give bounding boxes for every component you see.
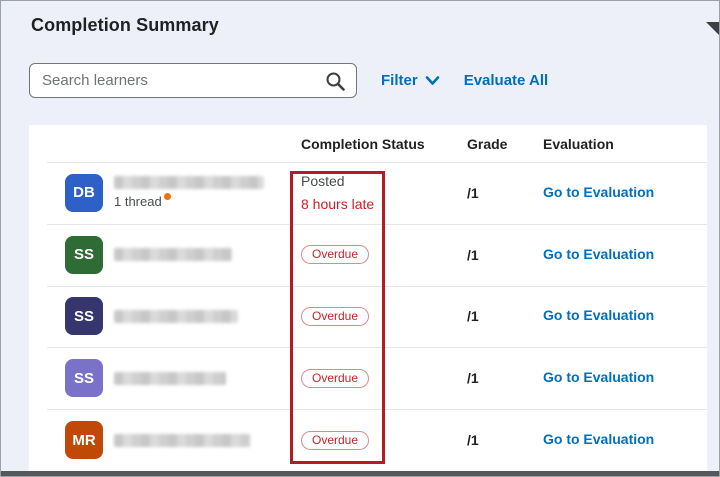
grade-cell: /1 [467,308,543,324]
status-pill: Overdue [301,369,369,388]
learner-name-wrap [114,372,226,385]
learner-cell: SS [29,359,301,397]
evaluation-cell: Go to Evaluation [543,246,707,264]
completion-status-cell: Overdue [301,307,467,326]
thread-meta: 1 thread [114,194,264,209]
header-grade: Grade [467,136,543,152]
redacted-learner-name [114,372,226,385]
status-text: Posted 8 hours late [301,173,467,212]
search-box [29,63,357,98]
status-pill: Overdue [301,245,369,264]
table-row: SS Overdue /1 Go to Evaluation [29,224,707,286]
avatar: SS [65,236,103,274]
status-line-2: 8 hours late [301,196,467,212]
avatar: SS [65,359,103,397]
evaluate-all-button[interactable]: Evaluate All [464,72,548,89]
toolbar: Filter Evaluate All [29,63,548,98]
learner-cell: DB 1 thread [29,174,301,212]
thread-meta-label: 1 thread [114,194,162,209]
go-to-evaluation-link[interactable]: Go to Evaluation [543,307,654,323]
grade-cell: /1 [467,432,543,448]
completion-status-cell: Overdue [301,369,467,388]
go-to-evaluation-link[interactable]: Go to Evaluation [543,431,654,447]
grade-cell: /1 [467,370,543,386]
learner-cell: SS [29,236,301,274]
filter-label: Filter [381,72,418,89]
learner-cell: SS [29,297,301,335]
learner-cell: MR [29,421,301,459]
redacted-learner-name [114,176,264,189]
learner-name-wrap [114,434,250,447]
learners-table: Completion Status Grade Evaluation DB 1 … [29,125,707,471]
evaluation-cell: Go to Evaluation [543,369,707,387]
completion-summary-panel: Completion Summary Filter Evaluate All [0,0,720,477]
corner-arrow-icon [706,22,719,35]
filter-button[interactable]: Filter [381,72,440,89]
search-icon[interactable] [325,71,346,92]
status-pill: Overdue [301,307,369,326]
completion-status-cell: Posted 8 hours late [301,173,467,212]
avatar-initials: SS [74,246,94,263]
avatar-initials: MR [72,432,95,449]
avatar-initials: SS [74,308,94,325]
completion-status-cell: Overdue [301,431,467,450]
avatar: SS [65,297,103,335]
learner-name-wrap: 1 thread [114,176,264,209]
evaluation-cell: Go to Evaluation [543,307,707,325]
header-evaluation: Evaluation [543,136,707,152]
table-row: MR Overdue /1 Go to Evaluation [29,409,707,471]
grade-cell: /1 [467,185,543,201]
page-title: Completion Summary [31,15,219,36]
table-row: SS Overdue /1 Go to Evaluation [29,286,707,348]
go-to-evaluation-link[interactable]: Go to Evaluation [543,246,654,262]
table-row: SS Overdue /1 Go to Evaluation [29,347,707,409]
avatar: DB [65,174,103,212]
status-line-1: Posted [301,173,467,189]
header-completion-status: Completion Status [301,136,467,152]
status-pill: Overdue [301,431,369,450]
window-edge [1,471,719,476]
redacted-learner-name [114,434,250,447]
search-input[interactable] [30,64,356,97]
grade-cell: /1 [467,247,543,263]
table-row: DB 1 thread Posted 8 hours late /1 Go to… [29,162,707,224]
avatar-initials: DB [73,184,95,201]
evaluation-cell: Go to Evaluation [543,184,707,202]
chevron-down-icon [425,75,440,86]
completion-status-cell: Overdue [301,245,467,264]
learner-name-wrap [114,248,232,261]
avatar: MR [65,421,103,459]
evaluation-cell: Go to Evaluation [543,431,707,449]
go-to-evaluation-link[interactable]: Go to Evaluation [543,369,654,385]
avatar-initials: SS [74,370,94,387]
table-body: DB 1 thread Posted 8 hours late /1 Go to… [29,162,707,471]
redacted-learner-name [114,248,232,261]
learner-name-wrap [114,310,238,323]
go-to-evaluation-link[interactable]: Go to Evaluation [543,184,654,200]
unread-dot [164,193,171,200]
table-header-row: Completion Status Grade Evaluation [29,125,707,162]
redacted-learner-name [114,310,238,323]
